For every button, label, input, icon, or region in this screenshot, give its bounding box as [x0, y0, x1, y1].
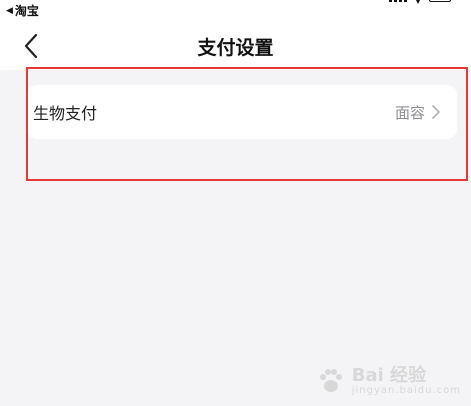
- watermark-text-group: Bai 经验 jingyan.baidu.com: [351, 364, 461, 396]
- settings-content: 生物支付 面容: [0, 67, 471, 406]
- left-triangle-icon: ◀: [6, 5, 13, 16]
- red-highlight-annotation: [26, 67, 468, 181]
- back-app-label: 淘宝: [14, 4, 39, 18]
- status-icons: [389, 0, 451, 2]
- status-bar: ◀ 淘宝: [0, 0, 471, 20]
- signal-bars-icon: [389, 0, 407, 2]
- watermark-sub: jingyan.baidu.com: [351, 384, 461, 396]
- wifi-icon: [413, 0, 423, 2]
- battery-icon: [429, 0, 451, 2]
- page-title: 支付设置: [197, 37, 274, 59]
- watermark-text: Bai 经验: [351, 364, 427, 386]
- watermark: Bai 经验 jingyan.baidu.com: [316, 366, 461, 396]
- paw-logo-icon: [319, 369, 342, 392]
- navigation-bar: 支付设置: [0, 20, 471, 70]
- back-to-app-button[interactable]: ◀ 淘宝: [6, 2, 39, 19]
